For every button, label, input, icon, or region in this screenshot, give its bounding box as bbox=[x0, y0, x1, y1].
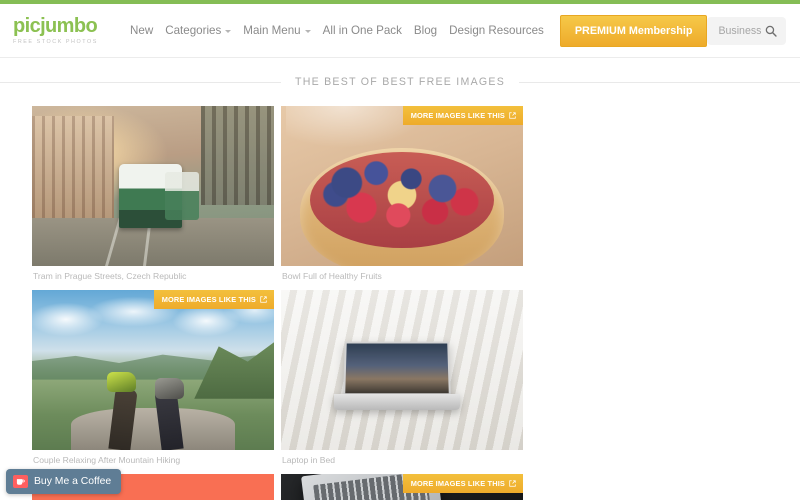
nav-item-label: Categories bbox=[165, 23, 222, 37]
photo-caption: Bowl Full of Healthy Fruits bbox=[282, 271, 382, 281]
logo-wordmark: picjumbo bbox=[13, 14, 98, 37]
main-navigation: New Categories Main Menu All in One Pack… bbox=[124, 14, 708, 47]
more-images-badge-label: MORE IMAGES LIKE THIS bbox=[410, 479, 505, 488]
more-images-like-this-badge[interactable]: MORE IMAGES LIKE THIS bbox=[402, 106, 523, 125]
gallery-item: Laptop in Bed bbox=[281, 290, 523, 466]
nav-item-all-in-one-pack[interactable]: All in One Pack bbox=[317, 24, 408, 38]
photo-art bbox=[32, 106, 274, 266]
divider-left bbox=[0, 81, 281, 83]
external-link-icon bbox=[260, 296, 267, 303]
buy-me-a-coffee-label: Buy Me a Coffee bbox=[34, 476, 112, 487]
image-gallery: Tram in Prague Streets, Czech Republic M… bbox=[0, 106, 800, 500]
photo-caption: Tram in Prague Streets, Czech Republic bbox=[33, 271, 187, 281]
nav-item-main-menu[interactable]: Main Menu bbox=[237, 24, 316, 38]
external-link-icon bbox=[509, 112, 516, 119]
section-header: THE BEST OF BEST FREE IMAGES bbox=[0, 58, 800, 106]
photo-caption: Couple Relaxing After Mountain Hiking bbox=[33, 455, 181, 465]
nav-item-blog[interactable]: Blog bbox=[408, 24, 443, 38]
gallery-item: MORE IMAGES LIKE THIS Black Styled Offic… bbox=[281, 474, 523, 500]
nav-item-label: Main Menu bbox=[243, 23, 301, 37]
nav-item-design-resources[interactable]: Design Resources bbox=[443, 24, 550, 38]
external-link-icon bbox=[509, 480, 516, 487]
page-title: THE BEST OF BEST FREE IMAGES bbox=[294, 76, 506, 88]
more-images-badge-label: MORE IMAGES LIKE THIS bbox=[410, 111, 505, 120]
logo-tagline: FREE STOCK PHOTOS bbox=[13, 38, 98, 45]
photo-art bbox=[32, 290, 274, 450]
nav-item-label: New bbox=[130, 23, 154, 37]
photo-thumbnail-hiking[interactable]: MORE IMAGES LIKE THIS bbox=[32, 290, 274, 450]
more-images-like-this-badge[interactable]: MORE IMAGES LIKE THIS bbox=[402, 474, 523, 493]
nav-item-label: Design Resources bbox=[449, 23, 544, 37]
photo-thumbnail-black-office[interactable]: MORE IMAGES LIKE THIS bbox=[281, 474, 523, 500]
nav-item-categories[interactable]: Categories bbox=[159, 24, 237, 38]
gallery-item: MORE IMAGES LIKE THIS Couple Relaxing Af… bbox=[32, 290, 274, 466]
chevron-down-icon bbox=[304, 29, 311, 33]
divider-right bbox=[519, 81, 800, 83]
search-icon[interactable] bbox=[765, 25, 777, 37]
photo-thumbnail-laptop-bed[interactable] bbox=[281, 290, 523, 450]
gallery-item: MORE IMAGES LIKE THIS Bowl Full of Healt… bbox=[281, 106, 523, 282]
site-header: picjumbo FREE STOCK PHOTOS New Categorie… bbox=[0, 4, 800, 58]
photo-thumbnail-fruit[interactable]: MORE IMAGES LIKE THIS bbox=[281, 106, 523, 266]
nav-item-label: Blog bbox=[413, 23, 438, 37]
gallery-item: Tram in Prague Streets, Czech Republic bbox=[32, 106, 274, 282]
chevron-down-icon bbox=[225, 29, 232, 33]
photo-caption: Laptop in Bed bbox=[282, 455, 336, 465]
buy-me-a-coffee-widget[interactable]: Buy Me a Coffee bbox=[6, 469, 122, 494]
search-input[interactable] bbox=[718, 24, 761, 37]
site-logo[interactable]: picjumbo FREE STOCK PHOTOS bbox=[13, 16, 113, 46]
nav-item-new[interactable]: New bbox=[124, 24, 159, 38]
premium-membership-button[interactable]: PREMIUM Membership bbox=[559, 14, 708, 47]
more-images-like-this-badge[interactable]: MORE IMAGES LIKE THIS bbox=[153, 290, 274, 309]
more-images-badge-label: MORE IMAGES LIKE THIS bbox=[161, 295, 256, 304]
coffee-cup-icon bbox=[13, 475, 28, 488]
nav-item-label: All in One Pack bbox=[322, 23, 402, 37]
photo-art bbox=[281, 106, 523, 266]
search-box[interactable] bbox=[707, 16, 786, 45]
photo-thumbnail-tram[interactable] bbox=[32, 106, 274, 266]
photo-art bbox=[281, 290, 523, 450]
